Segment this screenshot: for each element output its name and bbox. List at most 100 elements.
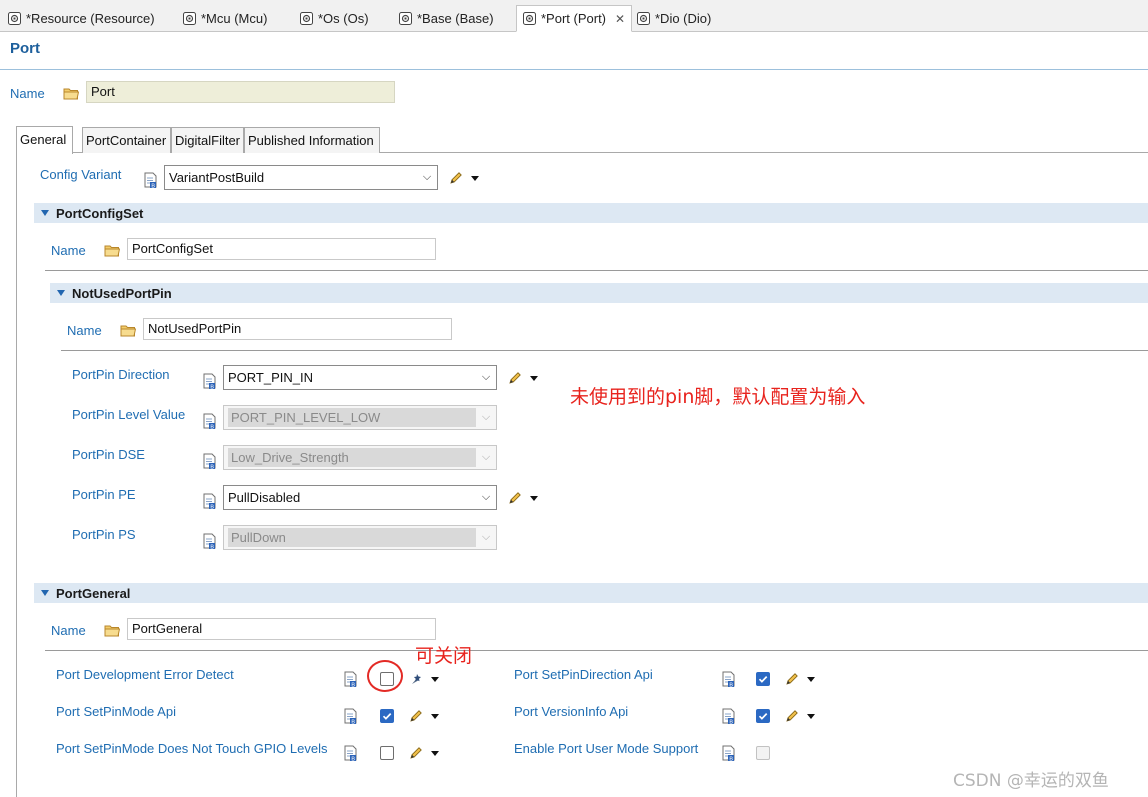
param-icon bbox=[344, 708, 357, 724]
portpin-level-value-combo: PORT_PIN_LEVEL_LOW ⌵ bbox=[223, 405, 497, 430]
param-icon bbox=[722, 708, 735, 724]
editor-tab-label: *Dio (Dio) bbox=[655, 10, 712, 26]
editor-tab-port[interactable]: *Port (Port) ✕ bbox=[516, 5, 633, 32]
portpin-dse-combo: Low_Drive_Strength ⌵ bbox=[223, 445, 497, 470]
dropdown-arrow-icon[interactable] bbox=[530, 496, 538, 501]
tab-published-information[interactable]: Published Information bbox=[244, 127, 380, 153]
dropdown-arrow-icon[interactable] bbox=[431, 677, 439, 682]
dropdown-arrow-icon[interactable] bbox=[530, 376, 538, 381]
config-variant-combo[interactable]: VariantPostBuild ⌵ bbox=[164, 165, 438, 190]
setpindirection-api-checkbox[interactable] bbox=[756, 672, 770, 686]
portpin-direction-label: PortPin Direction bbox=[72, 367, 170, 382]
pencil-icon[interactable] bbox=[508, 371, 522, 385]
portgeneral-name-label: Name bbox=[51, 623, 86, 638]
combo-arrow-icon[interactable]: ⌵ bbox=[476, 486, 496, 509]
editor-icon bbox=[300, 12, 313, 25]
section-title: PortGeneral bbox=[56, 585, 131, 601]
check-icon bbox=[381, 710, 393, 722]
annotation-can-close-note: 可关闭 bbox=[415, 645, 473, 667]
param-icon bbox=[722, 671, 735, 687]
editor-tab-label: *Mcu (Mcu) bbox=[201, 10, 268, 26]
setpinmode-api-label: Port SetPinMode Api bbox=[56, 704, 176, 719]
editor-tab-mcu[interactable]: *Mcu (Mcu) bbox=[177, 6, 273, 30]
folder-icon bbox=[63, 87, 79, 100]
param-icon bbox=[203, 533, 216, 549]
pencil-icon[interactable] bbox=[508, 491, 522, 505]
dropdown-arrow-icon[interactable] bbox=[807, 677, 815, 682]
dropdown-arrow-icon[interactable] bbox=[807, 714, 815, 719]
combo-arrow-icon: ⌵ bbox=[481, 451, 491, 463]
editor-tab-label: *Base (Base) bbox=[417, 10, 494, 26]
pencil-icon[interactable] bbox=[409, 709, 423, 723]
tab-digitalfilter[interactable]: DigitalFilter bbox=[171, 127, 244, 153]
portpin-pe-label: PortPin PE bbox=[72, 487, 136, 502]
root-name-field[interactable]: Port bbox=[86, 81, 395, 103]
divider bbox=[45, 650, 1148, 651]
portpin-pe-value: PullDisabled bbox=[228, 490, 301, 505]
param-icon bbox=[203, 373, 216, 389]
param-icon bbox=[144, 172, 157, 188]
setpinmode-gpio-levels-checkbox[interactable] bbox=[380, 746, 394, 760]
combo-arrow-icon[interactable]: ⌵ bbox=[417, 166, 437, 189]
collapse-triangle-icon[interactable] bbox=[57, 290, 65, 296]
portpin-pe-combo[interactable]: PullDisabled ⌵ bbox=[223, 485, 497, 510]
collapse-triangle-icon[interactable] bbox=[41, 590, 49, 596]
pencil-icon[interactable] bbox=[409, 746, 423, 760]
check-icon bbox=[757, 673, 769, 685]
pencil-icon[interactable] bbox=[785, 709, 799, 723]
versioninfo-api-checkbox[interactable] bbox=[756, 709, 770, 723]
page-title: Port bbox=[10, 40, 40, 57]
editor-tab-label: *Resource (Resource) bbox=[26, 10, 155, 26]
param-icon bbox=[203, 493, 216, 509]
pencil-icon[interactable] bbox=[785, 672, 799, 686]
wand-icon[interactable] bbox=[409, 672, 423, 686]
section-notusedportpin[interactable]: NotUsedPortPin bbox=[50, 283, 1148, 303]
editor-tab-base[interactable]: *Base (Base) bbox=[393, 6, 500, 30]
dropdown-arrow-icon[interactable] bbox=[471, 176, 479, 181]
config-variant-value: VariantPostBuild bbox=[169, 170, 265, 185]
editor-tab-label: *Os (Os) bbox=[318, 10, 369, 26]
annotation-unused-pin-note: 未使用到的pin脚，默认配置为输入 bbox=[570, 386, 866, 408]
editor-icon bbox=[8, 12, 21, 25]
section-title: NotUsedPortPin bbox=[72, 285, 172, 301]
combo-arrow-icon: ⌵ bbox=[481, 531, 491, 543]
tab-general[interactable]: General bbox=[16, 126, 73, 154]
editor-icon bbox=[523, 12, 536, 25]
portpin-level-value-label: PortPin Level Value bbox=[72, 407, 186, 422]
editor-icon bbox=[399, 12, 412, 25]
tab-portcontainer[interactable]: PortContainer bbox=[82, 127, 171, 153]
close-icon[interactable]: ✕ bbox=[615, 12, 625, 26]
param-icon bbox=[203, 413, 216, 429]
portpin-ps-combo: PullDown ⌵ bbox=[223, 525, 497, 550]
config-variant-label: Config Variant bbox=[40, 167, 122, 182]
combo-arrow-icon: ⌵ bbox=[481, 411, 491, 423]
portpin-direction-value: PORT_PIN_IN bbox=[228, 370, 314, 385]
pencil-icon[interactable] bbox=[449, 171, 463, 185]
portconfigset-name-field[interactable]: PortConfigSet bbox=[127, 238, 436, 260]
root-name-label: Name bbox=[10, 86, 45, 101]
user-mode-support-checkbox bbox=[756, 746, 770, 760]
editor-tab-resource[interactable]: *Resource (Resource) bbox=[2, 6, 161, 30]
setpinmode-api-checkbox[interactable] bbox=[380, 709, 394, 723]
portpin-level-value-value: PORT_PIN_LEVEL_LOW bbox=[228, 408, 476, 427]
dropdown-arrow-icon[interactable] bbox=[431, 714, 439, 719]
user-mode-support-label: Enable Port User Mode Support bbox=[514, 741, 699, 756]
notusedportpin-name-label: Name bbox=[67, 323, 102, 338]
portconfigset-name-label: Name bbox=[51, 243, 86, 258]
portpin-ps-value: PullDown bbox=[228, 528, 476, 547]
section-portconfigset[interactable]: PortConfigSet bbox=[34, 203, 1148, 223]
dropdown-arrow-icon[interactable] bbox=[431, 751, 439, 756]
section-portgeneral[interactable]: PortGeneral bbox=[34, 583, 1148, 603]
editor-icon bbox=[637, 12, 650, 25]
param-icon bbox=[344, 671, 357, 687]
check-icon bbox=[757, 710, 769, 722]
portpin-direction-combo[interactable]: PORT_PIN_IN ⌵ bbox=[223, 365, 497, 390]
watermark: CSDN @幸运的双鱼 bbox=[953, 771, 1109, 791]
param-icon bbox=[722, 745, 735, 761]
combo-arrow-icon[interactable]: ⌵ bbox=[476, 366, 496, 389]
editor-tab-os[interactable]: *Os (Os) bbox=[294, 6, 375, 30]
editor-tab-dio[interactable]: *Dio (Dio) bbox=[631, 6, 717, 30]
portgeneral-name-field[interactable]: PortGeneral bbox=[127, 618, 436, 640]
collapse-triangle-icon[interactable] bbox=[41, 210, 49, 216]
notusedportpin-name-field[interactable]: NotUsedPortPin bbox=[143, 318, 452, 340]
